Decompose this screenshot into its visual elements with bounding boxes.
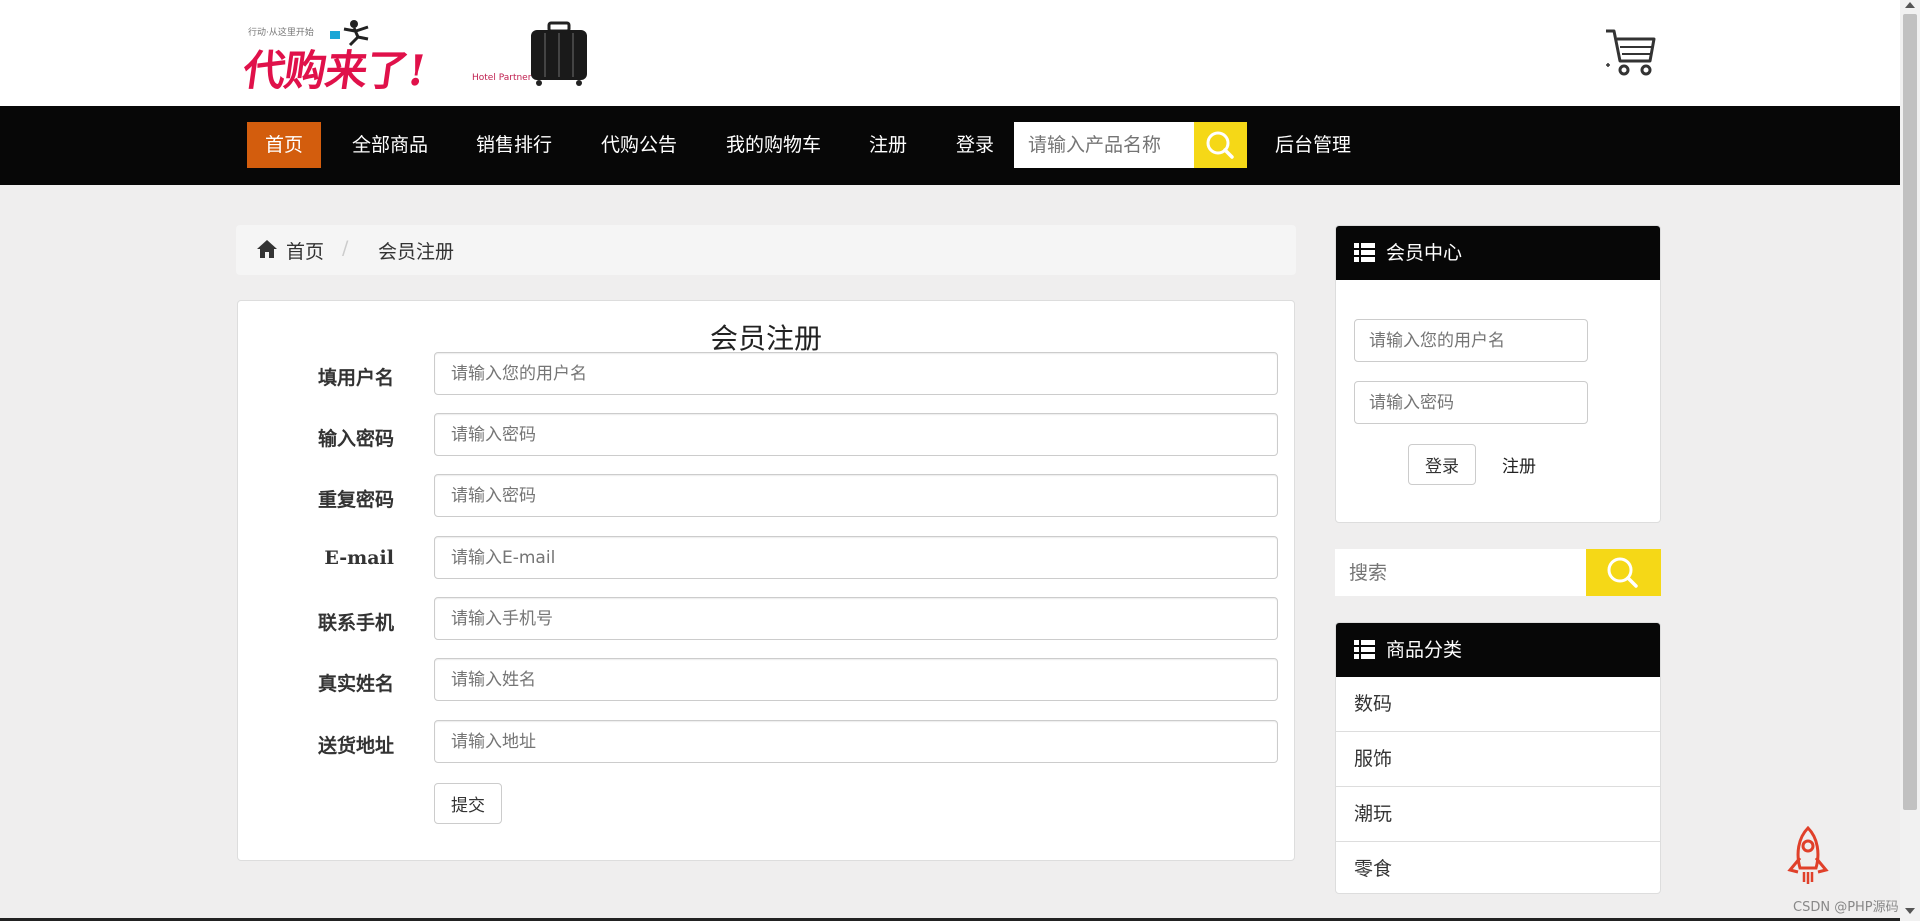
nav-search-button[interactable] xyxy=(1194,122,1247,168)
nav-item-register[interactable]: 注册 xyxy=(869,122,907,168)
nav-search-input[interactable] xyxy=(1014,122,1194,168)
form-title: 会员注册 xyxy=(709,322,822,355)
search-icon xyxy=(1206,131,1234,159)
scrollbar-thumb[interactable] xyxy=(1903,14,1917,810)
main-nav: 首页 全部商品 销售排行 代购公告 我的购物车 注册 登录 后台管理 xyxy=(0,106,1900,185)
registration-form: 会员注册 填用户名 输入密码 重复密码 E-mail 联系手机 真实姓名 送货地… xyxy=(237,300,1295,861)
username-field[interactable] xyxy=(434,352,1278,395)
category-header: 商品分类 xyxy=(1336,623,1660,677)
breadcrumb: 首页 / 会员注册 xyxy=(236,225,1296,275)
category-title: 商品分类 xyxy=(1386,639,1463,661)
phone-label: 联系手机 xyxy=(317,612,394,634)
nav-item-all-products[interactable]: 全部商品 xyxy=(352,122,428,168)
sidebar-search-input[interactable] xyxy=(1335,549,1586,596)
category-item-toys[interactable]: 潮玩 xyxy=(1336,786,1660,841)
sidebar-login-button[interactable]: 登录 xyxy=(1408,444,1476,485)
repeat-password-label: 重复密码 xyxy=(317,489,394,511)
nav-item-home[interactable]: 首页 xyxy=(247,122,322,168)
nav-item-sales-ranking[interactable]: 销售排行 xyxy=(476,122,552,168)
site-header: 行动·从这里开始 代购来了! Hotel Partner xyxy=(0,0,1900,106)
member-center-title: 会员中心 xyxy=(1386,242,1463,264)
address-label: 送货地址 xyxy=(317,735,394,757)
real-name-field[interactable] xyxy=(434,658,1278,701)
sidebar-password-input[interactable] xyxy=(1354,381,1588,424)
password-field[interactable] xyxy=(434,413,1278,456)
phone-field[interactable] xyxy=(434,597,1278,640)
category-item-clothing[interactable]: 服饰 xyxy=(1336,731,1660,786)
site-logo[interactable]: 行动·从这里开始 代购来了! Hotel Partner xyxy=(236,19,612,89)
watermark: CSDN @PHP源码 xyxy=(1793,900,1899,915)
list-icon xyxy=(1354,243,1375,262)
logo-text: 代购来了! xyxy=(240,46,429,89)
breadcrumb-separator: / xyxy=(342,237,349,259)
nav-item-my-cart[interactable]: 我的购物车 xyxy=(726,122,821,168)
password-label: 输入密码 xyxy=(317,428,394,450)
member-center-panel: 会员中心 登录 注册 xyxy=(1335,225,1661,523)
sidebar-search-button[interactable] xyxy=(1586,549,1661,596)
category-panel: 商品分类 数码 服饰 潮玩 零食 xyxy=(1335,622,1661,894)
nav-item-announcements[interactable]: 代购公告 xyxy=(601,122,677,168)
home-icon xyxy=(257,240,277,258)
repeat-password-field[interactable] xyxy=(434,474,1278,517)
breadcrumb-home[interactable]: 首页 xyxy=(286,237,324,264)
suitcase-icon xyxy=(531,21,587,86)
back-to-top-rocket-icon[interactable] xyxy=(1782,826,1834,886)
username-label: 填用户名 xyxy=(317,367,394,389)
sidebar-username-input[interactable] xyxy=(1354,319,1588,362)
category-item-digital[interactable]: 数码 xyxy=(1336,677,1660,731)
email-label: E-mail xyxy=(324,547,394,569)
category-item-snacks[interactable]: 零食 xyxy=(1336,841,1660,893)
scroll-down-arrow-icon[interactable] xyxy=(1905,908,1915,914)
category-list: 数码 服饰 潮玩 零食 xyxy=(1336,677,1660,893)
sidebar-register-link[interactable]: 注册 xyxy=(1502,452,1536,477)
address-field[interactable] xyxy=(434,720,1278,763)
submit-button[interactable]: 提交 xyxy=(434,783,502,824)
scroll-up-arrow-icon[interactable] xyxy=(1905,2,1915,8)
breadcrumb-current: 会员注册 xyxy=(378,241,455,263)
real-name-label: 真实姓名 xyxy=(317,673,394,695)
nav-item-login[interactable]: 登录 xyxy=(956,122,994,168)
nav-item-admin[interactable]: 后台管理 xyxy=(1275,122,1351,168)
member-center-header: 会员中心 xyxy=(1336,226,1660,280)
search-icon xyxy=(1607,557,1638,588)
list-icon xyxy=(1354,640,1375,659)
email-field[interactable] xyxy=(434,536,1278,579)
shopping-cart-icon[interactable] xyxy=(1602,25,1658,77)
